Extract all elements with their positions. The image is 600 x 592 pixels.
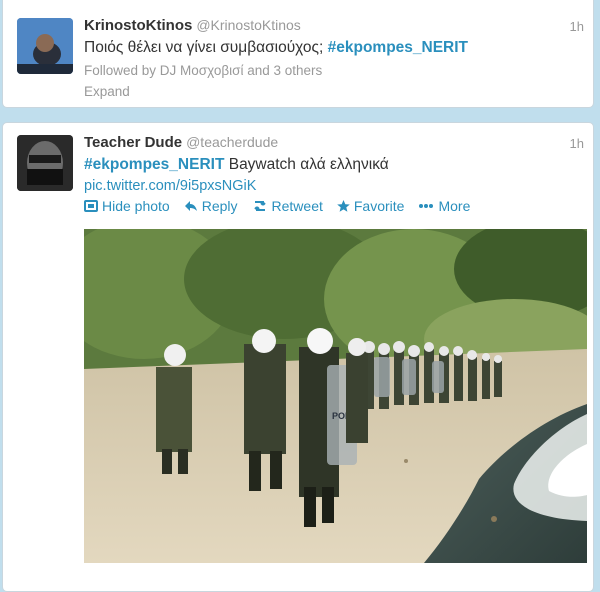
reply-icon xyxy=(184,201,197,211)
hashtag-link[interactable]: #ekpompes_NERIT xyxy=(328,39,468,56)
more-label: More xyxy=(438,198,471,214)
hide-photo-button[interactable]: Hide photo xyxy=(84,198,170,214)
more-button[interactable]: More xyxy=(418,198,470,214)
expand-link[interactable]: Expand xyxy=(84,84,130,99)
followed-by[interactable]: Followed by DJ Μοσχοβισί and 3 others xyxy=(84,63,322,78)
favorite-label: Favorite xyxy=(353,198,405,214)
retweet-icon xyxy=(253,201,266,211)
reply-label: Reply xyxy=(201,198,238,214)
tweet-card[interactable]: KrinostoKtinos @KrinostoKtinos 1h Ποιός θ… xyxy=(2,0,594,108)
retweet-label: Retweet xyxy=(271,198,323,214)
tweet-actions: Hide photo Reply Retweet Favorite More xyxy=(84,198,470,214)
avatar-image xyxy=(17,18,73,74)
avatar[interactable] xyxy=(17,135,73,191)
tweet-text: Ποιός θέλει να γίνει συμβασιούχος; #ekpo… xyxy=(84,39,468,57)
tweet-photo[interactable]: POLICE xyxy=(84,229,587,563)
more-dots-icon xyxy=(419,204,434,208)
user-name[interactable]: KrinostoKtinos xyxy=(84,17,192,34)
reply-button[interactable]: Reply xyxy=(184,198,238,214)
tweet-body: Baywatch αλά ελληνικά xyxy=(224,156,389,173)
tweet-text: #ekpompes_NERIT Baywatch αλά ελληνικά xyxy=(84,156,389,174)
photo-link[interactable]: pic.twitter.com/9i5pxsNGiK xyxy=(84,178,256,194)
avatar[interactable] xyxy=(17,18,73,74)
user-handle[interactable]: @teacherdude xyxy=(186,134,278,150)
user-name[interactable]: Teacher Dude xyxy=(84,134,182,151)
photo-icon xyxy=(84,200,98,212)
timestamp[interactable]: 1h xyxy=(570,19,584,34)
hashtag-link[interactable]: #ekpompes_NERIT xyxy=(84,156,224,173)
user-handle[interactable]: @KrinostoKtinos xyxy=(196,17,300,33)
favorite-button[interactable]: Favorite xyxy=(337,198,405,214)
star-icon xyxy=(337,200,350,212)
tweet-body: Ποιός θέλει να γίνει συμβασιούχος; xyxy=(84,39,328,56)
retweet-button[interactable]: Retweet xyxy=(252,198,323,214)
tweet-card[interactable]: Teacher Dude @teacherdude 1h #ekpompes_NE… xyxy=(2,122,594,592)
timestamp[interactable]: 1h xyxy=(570,136,584,151)
avatar-image xyxy=(17,135,73,191)
photo-police-beach: POLICE xyxy=(84,229,587,563)
hide-photo-label: Hide photo xyxy=(102,198,170,214)
